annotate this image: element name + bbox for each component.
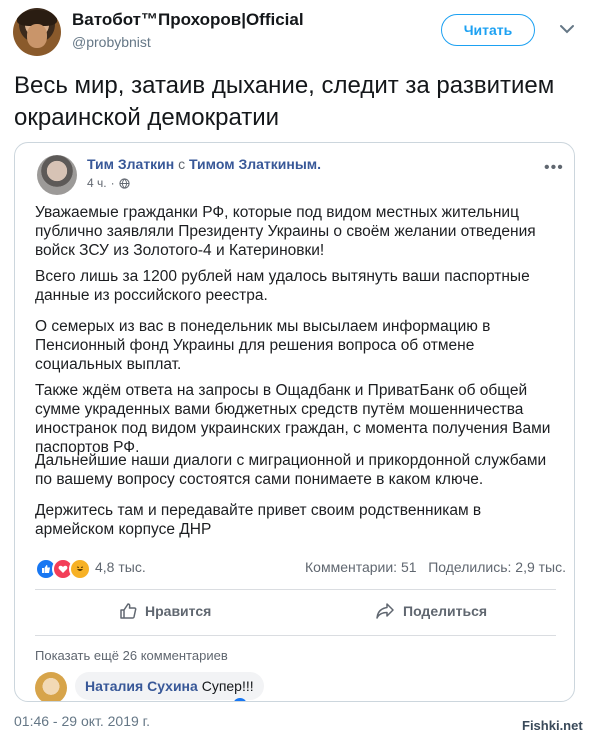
chevron-down-icon[interactable] <box>556 18 578 40</box>
post-paragraph-6: Держитесь там и передавайте привет своим… <box>35 502 482 538</box>
thumbs-up-icon <box>120 603 137 619</box>
comment-text: Супер!!! <box>201 678 254 694</box>
more-options-icon[interactable]: ••• <box>544 159 564 177</box>
like-button[interactable]: Нравится <box>119 602 211 620</box>
post-paragraph-4: Также ждём ответа на запросы в Ощадбанк … <box>35 382 551 456</box>
user-handle[interactable]: @probybnist <box>72 34 151 50</box>
globe-icon <box>118 177 130 189</box>
watermark: Fishki.net <box>522 718 583 733</box>
shares-count[interactable]: Поделились: 2,9 тыс. <box>428 559 566 575</box>
fb-author-avatar[interactable] <box>37 155 77 195</box>
fb-post-header: Тим Златкин с Тимом Златкиным. <box>87 156 321 172</box>
comment-bubble: Наталия Сухина Супер!!! <box>75 672 264 700</box>
user-avatar[interactable] <box>13 8 61 56</box>
fb-time-text[interactable]: 4 ч. <box>87 176 107 190</box>
tweet-text: Весь мир, затаив дыхание, следит за разв… <box>14 72 555 131</box>
haha-reaction-icon <box>69 558 91 580</box>
embedded-facebook-post: Тим Златкин с Тимом Златкиным. 4 ч. · ••… <box>14 142 575 702</box>
tweet-timestamp[interactable]: 01:46 - 29 окт. 2019 г. <box>14 713 150 729</box>
share-arrow-icon <box>376 603 394 619</box>
post-paragraph-2: Всего лишь за 1200 рублей нам удалось вы… <box>35 268 530 304</box>
divider <box>35 589 556 590</box>
reactions-count[interactable]: 4,8 тыс. <box>95 559 146 575</box>
share-label: Поделиться <box>403 603 488 619</box>
post-paragraph-3: О семерых из вас в понедельник мы высыла… <box>35 318 491 373</box>
show-more-comments-link[interactable]: Показать ещё 26 комментариев <box>35 648 228 663</box>
fb-tagged-person[interactable]: Тимом Златкиным. <box>189 156 321 172</box>
fb-author-name[interactable]: Тим Златкин <box>87 156 174 172</box>
reaction-icons[interactable] <box>35 558 91 580</box>
post-paragraph-5: Дальнейшие наши диалоги с миграционной и… <box>35 452 547 488</box>
fb-with-word: с <box>178 156 186 172</box>
share-button[interactable]: Поделиться <box>375 602 487 620</box>
display-name[interactable]: Ватобот™Прохоров|Official <box>72 10 304 30</box>
comments-shares-summary: Комментарии: 51 Поделились: 2,9 тыс. <box>305 559 566 575</box>
avatar-face <box>27 24 47 48</box>
like-label: Нравится <box>145 603 212 619</box>
commenter-name[interactable]: Наталия Сухина <box>85 678 198 694</box>
post-paragraph-1: Уважаемые гражданки РФ, которые под видо… <box>35 204 536 259</box>
commenter-avatar[interactable] <box>35 672 67 701</box>
divider <box>35 635 556 636</box>
fb-post-time: 4 ч. · <box>87 176 130 190</box>
follow-button[interactable]: Читать <box>441 14 535 46</box>
comments-count[interactable]: Комментарии: 51 <box>305 559 417 575</box>
